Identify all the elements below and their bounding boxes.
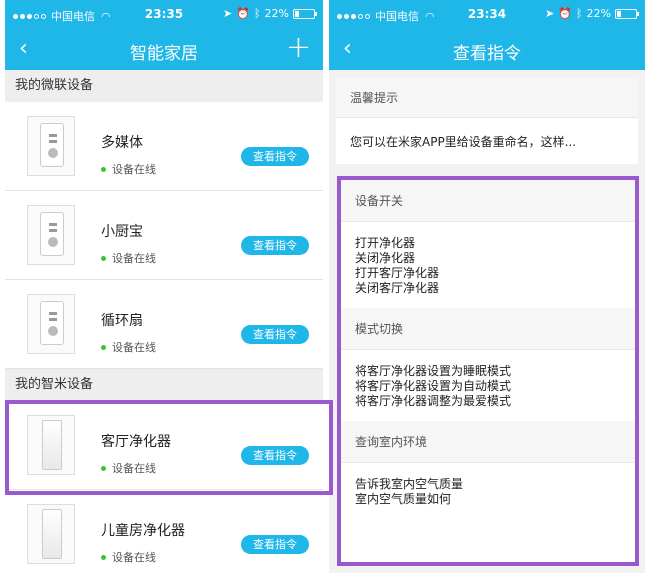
view-commands-screen: 中国电信 ◠ 23:34 ➤ ⏰ ᛒ 22% ‹ 查看指令 温馨提示 您可以在米… [329, 0, 645, 573]
device-name: 客厅净化器 [101, 434, 171, 450]
location-icon: ➤ [223, 7, 233, 20]
section-header: 我的智米设备 [5, 369, 323, 401]
command-item: 将客厅净化器设置为自动模式 [355, 379, 512, 393]
alarm-icon: ⏰ [558, 7, 572, 20]
battery-icon [615, 8, 639, 19]
device-name: 多媒体 [101, 135, 143, 151]
device-name: 儿童房净化器 [101, 523, 185, 539]
device-row[interactable]: 小厨宝设备在线 查看指令 [5, 191, 323, 280]
command-list: 将客厅净化器设置为睡眠模式 将客厅净化器设置为自动模式 将客厅净化器调整为最爱模式 [341, 350, 635, 421]
command-item: 将客厅净化器调整为最爱模式 [355, 394, 512, 408]
add-device-icon[interactable]: + [286, 32, 311, 64]
view-commands-button[interactable]: 查看指令 [241, 147, 309, 166]
online-dot-icon [101, 465, 106, 471]
device-status-label: 设备在线 [112, 551, 156, 564]
command-list: 打开净化器 关闭净化器 打开客厅净化器 关闭客厅净化器 [341, 222, 635, 308]
command-group-title: 设备开关 [341, 180, 635, 222]
view-commands-button[interactable]: 查看指令 [241, 446, 309, 465]
tip-text: 您可以在米家APP里给设备重命名，这样... [350, 135, 577, 149]
device-status-label: 设备在线 [112, 252, 156, 265]
device-row[interactable]: 儿童房净化器设备在线 查看指令 [5, 490, 323, 573]
command-item: 打开净化器 [355, 236, 416, 250]
device-name: 循环扇 [101, 313, 143, 329]
device-status: 设备在线 [101, 549, 156, 565]
nav-bar: ‹ 查看指令 [329, 30, 645, 70]
status-bar: 中国电信 ◠ 23:34 ➤ ⏰ ᛒ 22% [329, 0, 645, 30]
command-group-title: 模式切换 [341, 308, 635, 350]
view-commands-button[interactable]: 查看指令 [241, 535, 309, 554]
battery-percent: 22% [264, 7, 289, 20]
section-header: 我的微联设备 [5, 70, 323, 102]
command-item: 室内空气质量如何 [355, 492, 452, 506]
device-name: 小厨宝 [101, 224, 143, 240]
page-title: 查看指令 [453, 44, 521, 64]
alarm-icon: ⏰ [236, 7, 250, 20]
device-row[interactable]: 客厅净化器设备在线 查看指令 [5, 401, 323, 490]
device-row[interactable]: 多媒体设备在线 查看指令 [5, 102, 323, 191]
device-thumbnail [27, 116, 75, 176]
device-status-label: 设备在线 [112, 163, 156, 176]
location-icon: ➤ [545, 7, 555, 20]
online-dot-icon [101, 166, 106, 172]
device-status: 设备在线 [101, 460, 156, 476]
command-item: 关闭客厅净化器 [355, 281, 440, 295]
device-list: 我的微联设备 多媒体 设备在线 查看指令 小厨宝 设备在线 查看指令 循环扇 设备在线 查看指令我… [5, 70, 323, 573]
command-group-title: 查询室内环境 [341, 421, 635, 463]
screenshot-stage: 中国电信 ◠ 23:35 ➤ ⏰ ᛒ 22% ‹ 智能家居 + 我的微联设备 多媒… [0, 0, 650, 573]
view-commands-button[interactable]: 查看指令 [241, 236, 309, 255]
status-bar: 中国电信 ◠ 23:35 ➤ ⏰ ᛒ 22% [5, 0, 323, 30]
device-status-label: 设备在线 [112, 341, 156, 354]
device-thumbnail [27, 294, 75, 354]
bluetooth-icon: ᛒ [575, 7, 583, 20]
device-status: 设备在线 [101, 339, 156, 355]
online-dot-icon [101, 344, 106, 350]
command-item: 打开客厅净化器 [355, 266, 440, 280]
online-dot-icon [101, 255, 106, 261]
device-status: 设备在线 [101, 250, 156, 266]
bluetooth-icon: ᛒ [253, 7, 261, 20]
command-list: 告诉我室内空气质量 室内空气质量如何 [341, 463, 635, 519]
device-thumbnail [27, 205, 75, 265]
view-commands-button[interactable]: 查看指令 [241, 325, 309, 344]
online-dot-icon [101, 554, 106, 560]
battery-percent: 22% [586, 7, 611, 20]
page-title: 智能家居 [130, 44, 198, 64]
command-item: 关闭净化器 [355, 251, 416, 265]
command-groups: 设备开关 打开净化器 关闭净化器 打开客厅净化器 关闭客厅净化器 模式切换 将客厅净化器设置… [337, 176, 639, 566]
smart-home-screen: 中国电信 ◠ 23:35 ➤ ⏰ ᛒ 22% ‹ 智能家居 + 我的微联设备 多媒… [5, 0, 323, 573]
device-thumbnail [27, 504, 75, 564]
command-item: 告诉我室内空气质量 [355, 477, 464, 491]
command-item: 将客厅净化器设置为睡眠模式 [355, 364, 512, 378]
device-row[interactable]: 循环扇设备在线 查看指令 [5, 280, 323, 369]
device-status-label: 设备在线 [112, 462, 156, 475]
battery-icon [293, 8, 317, 19]
nav-bar: ‹ 智能家居 + [5, 30, 323, 70]
device-status: 设备在线 [101, 161, 156, 177]
tip-title: 温馨提示 [336, 78, 638, 118]
tip-card: 温馨提示 您可以在米家APP里给设备重命名，这样... [336, 78, 638, 164]
device-thumbnail [27, 415, 75, 475]
